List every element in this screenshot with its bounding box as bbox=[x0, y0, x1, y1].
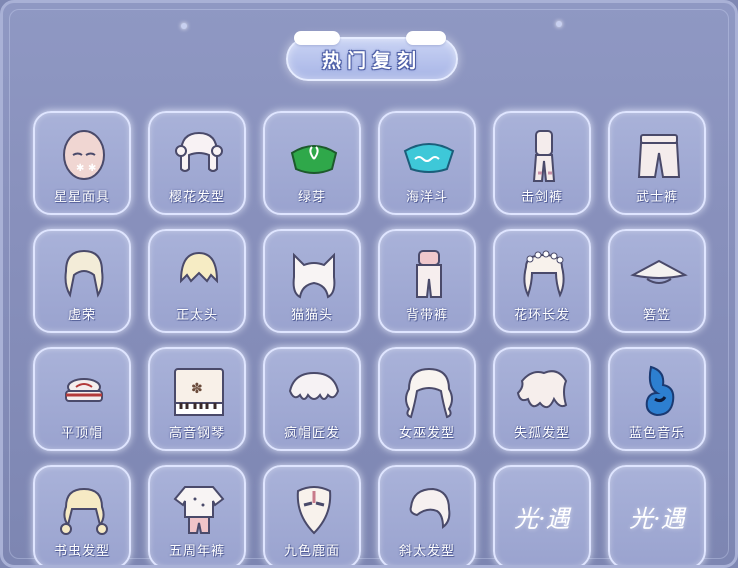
witch-hair-icon bbox=[405, 367, 453, 419]
item-tile-samurai-pants[interactable]: 武士裤 bbox=[608, 111, 706, 215]
snow-cap-icon bbox=[294, 31, 340, 45]
item-tile-witch-hair[interactable]: 女巫发型 bbox=[378, 347, 476, 451]
item-label: 箬笠 bbox=[642, 308, 671, 323]
item-tile-vanity-hair[interactable]: 虚荣 bbox=[33, 229, 131, 333]
green-sprout-cape-icon bbox=[290, 145, 338, 174]
page-title: 热门复刻 bbox=[321, 49, 422, 72]
flower-crown-hair-icon bbox=[523, 250, 565, 298]
item-tile-green-sprout[interactable]: 绿芽 bbox=[263, 111, 361, 215]
item-tile-flower-crown-hair[interactable]: 花环长发 bbox=[493, 229, 591, 333]
item-tile-overalls[interactable]: 背带裤 bbox=[378, 229, 476, 333]
item-label: 五周年裤 bbox=[168, 544, 225, 559]
mad-hatter-hair-icon bbox=[288, 371, 340, 400]
item-tile-nine-color-deer-mask[interactable]: 九色鹿面 bbox=[263, 465, 361, 565]
item-label: 猫猫头 bbox=[290, 308, 333, 323]
item-label: 击剑裤 bbox=[520, 190, 563, 205]
item-label: 武士裤 bbox=[635, 190, 678, 205]
lost-hair-icon bbox=[516, 370, 568, 409]
item-label: 绿芽 bbox=[297, 190, 326, 205]
sparkle-icon bbox=[181, 23, 187, 29]
item-tile-boy-hair[interactable]: 正太头 bbox=[148, 229, 246, 333]
item-tile-sky-logo[interactable]: 光·遇 bbox=[608, 465, 706, 565]
overalls-icon bbox=[416, 250, 442, 298]
item-label: 正太头 bbox=[175, 308, 218, 323]
star-mask-icon: ✱ ✱ bbox=[63, 130, 105, 180]
ocean-cape-icon bbox=[403, 143, 455, 173]
piano-icon: ✽ bbox=[174, 368, 224, 416]
sky-logo: 光·遇 bbox=[629, 505, 685, 533]
cat-hair-icon bbox=[292, 252, 336, 299]
item-tile-fencing-pants[interactable]: 击剑裤 bbox=[493, 111, 591, 215]
side-hair-icon bbox=[409, 487, 451, 530]
item-label: 樱花发型 bbox=[168, 190, 225, 205]
bookworm-hair-icon bbox=[60, 487, 108, 535]
item-tile-sky-logo[interactable]: 光·遇 bbox=[493, 465, 591, 565]
item-label: 平顶帽 bbox=[60, 426, 103, 441]
svg-text:✱: ✱ bbox=[88, 163, 96, 174]
item-tile-bookworm-hair[interactable]: 书虫发型 bbox=[33, 465, 131, 565]
item-label: 斜太发型 bbox=[398, 544, 455, 559]
sky-logo: 光·遇 bbox=[514, 505, 570, 533]
bamboo-hat-icon bbox=[630, 259, 688, 284]
replica-panel: 热门复刻 ✱ ✱ 星星面具 樱花发型 绿芽 海洋斗 击剑裤 武士裤 虚荣 正太头… bbox=[0, 0, 738, 568]
item-label: 女巫发型 bbox=[398, 426, 455, 441]
item-label: 海洋斗 bbox=[405, 190, 448, 205]
item-tile-lost-hair[interactable]: 失孤发型 bbox=[493, 347, 591, 451]
item-grid: ✱ ✱ 星星面具 樱花发型 绿芽 海洋斗 击剑裤 武士裤 虚荣 正太头 猫猫头 … bbox=[33, 111, 709, 565]
item-tile-cat-hair[interactable]: 猫猫头 bbox=[263, 229, 361, 333]
vanity-hair-icon bbox=[64, 249, 104, 298]
fencing-pants-icon bbox=[532, 130, 556, 182]
item-label: 背带裤 bbox=[405, 308, 448, 323]
item-tile-side-hair[interactable]: 斜太发型 bbox=[378, 465, 476, 565]
item-label: 蓝色音乐 bbox=[628, 426, 685, 441]
item-label: 九色鹿面 bbox=[283, 544, 340, 559]
title-banner: 热门复刻 bbox=[286, 31, 458, 81]
blue-music-icon bbox=[645, 365, 675, 417]
item-label: 书虫发型 bbox=[53, 544, 110, 559]
boy-hair-icon bbox=[179, 251, 219, 284]
sakura-hair-icon bbox=[175, 131, 223, 172]
item-tile-blue-music[interactable]: 蓝色音乐 bbox=[608, 347, 706, 451]
item-tile-piano[interactable]: ✽ 高音钢琴 bbox=[148, 347, 246, 451]
item-label: 虚荣 bbox=[67, 308, 96, 323]
item-tile-fifth-anniversary-outfit[interactable]: 五周年裤 bbox=[148, 465, 246, 565]
item-tile-bamboo-hat[interactable]: 箬笠 bbox=[608, 229, 706, 333]
item-tile-ocean-cape[interactable]: 海洋斗 bbox=[378, 111, 476, 215]
samurai-pants-icon bbox=[637, 134, 681, 178]
item-label: 失孤发型 bbox=[513, 426, 570, 441]
item-label: 高音钢琴 bbox=[168, 426, 225, 441]
svg-text:✱: ✱ bbox=[76, 163, 84, 174]
sparkle-icon bbox=[556, 21, 562, 27]
svg-text:✽: ✽ bbox=[191, 381, 203, 397]
item-tile-flat-cap[interactable]: 平顶帽 bbox=[33, 347, 131, 451]
fifth-anniversary-outfit-icon bbox=[173, 486, 225, 534]
nine-color-deer-mask-icon bbox=[296, 486, 332, 535]
item-label: 星星面具 bbox=[53, 190, 110, 205]
snow-cap-icon bbox=[406, 31, 446, 45]
flat-cap-icon bbox=[65, 378, 103, 402]
item-label: 花环长发 bbox=[513, 308, 570, 323]
item-label: 疯帽匠发 bbox=[283, 426, 340, 441]
item-tile-star-mask[interactable]: ✱ ✱ 星星面具 bbox=[33, 111, 131, 215]
item-tile-mad-hatter-hair[interactable]: 疯帽匠发 bbox=[263, 347, 361, 451]
item-tile-sakura-hair[interactable]: 樱花发型 bbox=[148, 111, 246, 215]
